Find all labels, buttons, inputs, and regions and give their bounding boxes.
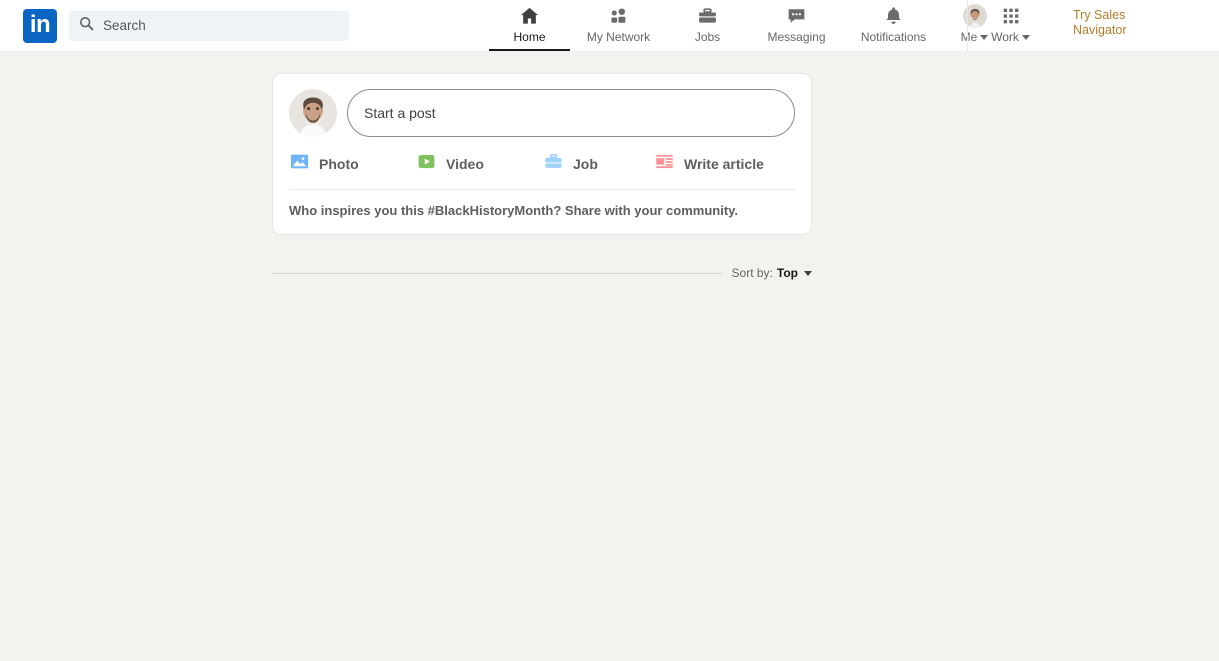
sort-divider-line	[272, 272, 722, 274]
nav-label-jobs: Jobs	[694, 30, 721, 44]
nav-item-my-network[interactable]: My Network	[570, 0, 667, 51]
sort-by-label: Sort by:	[731, 266, 773, 280]
job-briefcase-icon	[543, 151, 564, 177]
action-photo[interactable]: Photo	[289, 151, 416, 177]
try-sales-navigator-line2: Navigator	[1073, 23, 1127, 37]
message-bubble-icon	[785, 4, 808, 28]
primary-navigation: Home My Network Jobs Messaging Notificat…	[489, 0, 1007, 51]
nav-label-work: Work	[991, 30, 1030, 44]
nav-item-notifications[interactable]: Notifications	[845, 0, 942, 51]
action-video[interactable]: Video	[416, 151, 543, 177]
feed-sort-row: Sort by: Top	[272, 263, 812, 283]
try-sales-navigator-link[interactable]: Try Sales Navigator	[1059, 8, 1177, 38]
action-job-label: Job	[573, 156, 598, 172]
home-icon	[518, 4, 541, 28]
sort-by-value[interactable]: Top	[777, 266, 798, 280]
action-job[interactable]: Job	[543, 151, 654, 177]
composer-prompt[interactable]: Who inspires you this #BlackHistoryMonth…	[273, 190, 811, 234]
nav-label-messaging: Messaging	[767, 30, 826, 44]
nav-label-me-text: Me	[960, 30, 978, 44]
video-icon	[416, 151, 437, 177]
action-write-article-label: Write article	[684, 156, 764, 172]
post-composer-card: Start a post Photo Video Job Write artic…	[272, 73, 812, 235]
nav-label-home: Home	[513, 30, 546, 44]
action-photo-label: Photo	[319, 156, 359, 172]
global-header: in Home	[0, 0, 1219, 51]
nav-item-messaging[interactable]: Messaging	[748, 0, 845, 51]
action-video-label: Video	[446, 156, 484, 172]
bell-icon	[882, 4, 905, 28]
nav-item-jobs[interactable]: Jobs	[667, 0, 748, 51]
user-avatar[interactable]	[289, 89, 337, 137]
grid-icon	[1000, 4, 1022, 28]
composer-actions: Photo Video Job Write article	[273, 137, 811, 189]
chevron-down-icon	[1021, 34, 1030, 40]
photo-icon	[289, 151, 310, 177]
search-box[interactable]	[69, 10, 349, 41]
nav-label-notifications: Notifications	[860, 30, 927, 44]
search-input[interactable]	[103, 18, 339, 33]
linkedin-logo[interactable]: in	[23, 8, 57, 43]
header-divider	[967, 0, 968, 51]
try-sales-navigator-line1: Try Sales	[1073, 8, 1126, 22]
nav-item-work[interactable]: Work	[978, 0, 1043, 51]
search-icon	[79, 16, 94, 36]
composer-row: Start a post	[273, 74, 811, 137]
people-icon	[607, 4, 630, 28]
nav-label-my-network: My Network	[586, 30, 651, 44]
action-write-article[interactable]: Write article	[654, 151, 764, 177]
briefcase-icon	[696, 4, 719, 28]
start-post-input[interactable]: Start a post	[347, 89, 795, 137]
nav-label-work-text: Work	[991, 30, 1019, 44]
chevron-down-icon[interactable]	[804, 270, 812, 276]
header-left-group: in	[0, 8, 349, 43]
nav-item-home[interactable]: Home	[489, 0, 570, 51]
article-icon	[654, 151, 675, 177]
